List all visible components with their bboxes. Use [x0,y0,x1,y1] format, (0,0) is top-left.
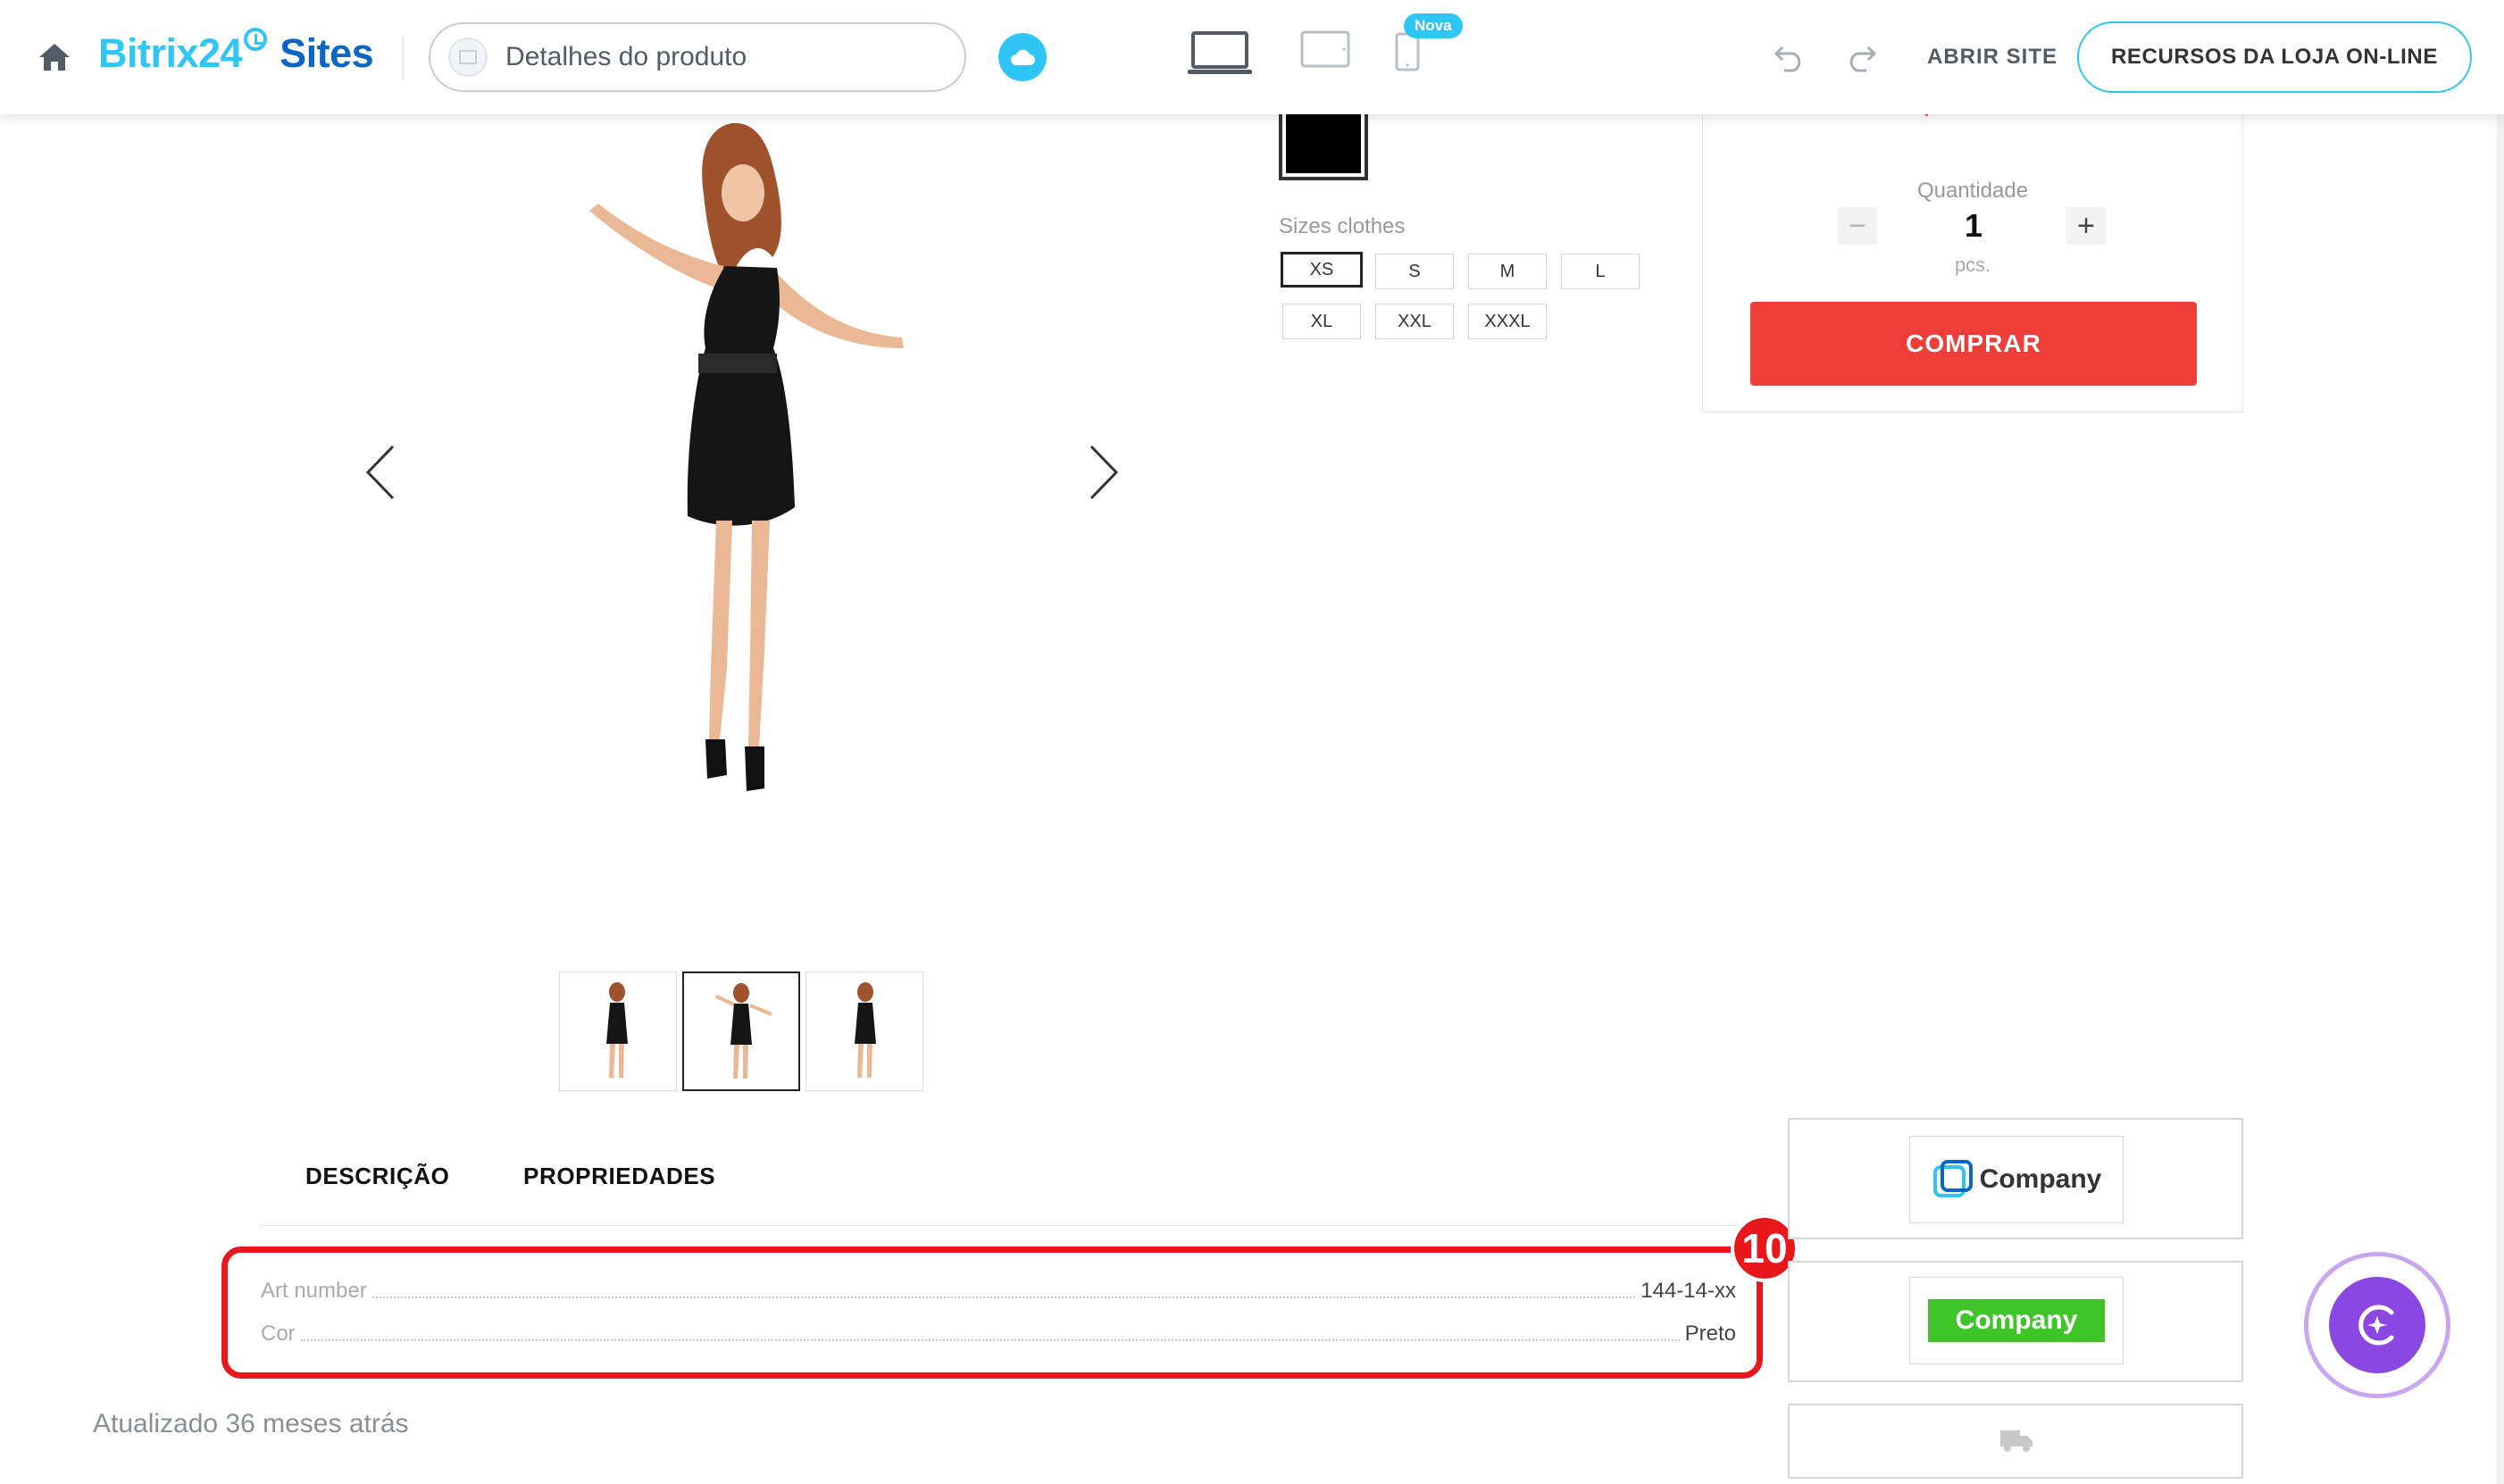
gallery-next-arrow-icon[interactable] [1086,443,1122,502]
page-thumb-icon [448,38,488,77]
tab-description[interactable]: DESCRIÇÃO [305,1163,449,1190]
company-logo: Company [1932,1158,2102,1201]
tab-properties[interactable]: PROPRIEDADES [523,1163,715,1190]
store-resources-button[interactable]: RECURSOS DA LOJA ON-LINE [2077,21,2472,93]
quantity-label: Quantidade [1916,179,2029,203]
logo-clock-icon [244,28,268,51]
company-logo-frame: Company [1909,1277,2124,1364]
gallery-thumbnails [559,971,923,1091]
property-value: 144-14-xx [1640,1279,1736,1303]
size-option-xl[interactable]: XL [1282,304,1361,339]
company-block[interactable]: Company [1788,1261,2243,1382]
new-badge: Nova [1404,13,1463,38]
size-option-l[interactable]: L [1561,254,1640,289]
size-option-xs[interactable]: XS [1281,252,1363,288]
tabs-divider [259,1225,1759,1226]
size-option-m[interactable]: M [1468,254,1547,289]
publish-cloud-button[interactable] [998,33,1047,81]
property-row: Art number 144-14-xx [261,1273,1736,1304]
thumbnail-model-image [606,982,628,1078]
property-dots [371,1296,1636,1298]
page-selector[interactable]: Detalhes do produto [429,22,966,92]
color-swatch-black[interactable] [1279,111,1368,180]
undo-icon[interactable] [1774,42,1806,72]
logo-brand: Bitrix24 [98,30,243,76]
gallery-thumbnail[interactable] [559,971,677,1091]
top-toolbar: Bitrix24 Sites Detalhes do produto Nova A… [0,0,2504,114]
property-row: Cor Preto [261,1316,1736,1346]
delivery-block[interactable] [1788,1404,2243,1479]
properties-highlight-frame [221,1246,1763,1379]
truck-icon [2000,1430,2032,1452]
gallery-thumbnail-active[interactable] [682,971,800,1091]
gallery-thumbnail[interactable] [805,971,923,1091]
property-value: Preto [1684,1321,1736,1346]
buy-button[interactable]: COMPRAR [1750,302,2197,386]
company-logo-label: Company [1979,1164,2102,1194]
redo-icon[interactable] [1845,42,1877,72]
gallery-prev-arrow-icon[interactable] [363,443,398,502]
product-main-image [589,122,904,791]
page-selector-label: Detalhes do produto [505,42,747,71]
company-logo-green: Company [1928,1299,2105,1342]
scrollbar[interactable] [2497,114,2504,1484]
logo-product: Sites [280,30,374,76]
property-name: Cor [261,1321,296,1346]
updated-timestamp: Atualizado 36 meses atrás [93,1409,409,1438]
bitrix24-sites-logo[interactable]: Bitrix24 Sites [98,28,374,77]
ai-assistant-button[interactable] [2304,1252,2450,1398]
cloud-icon [1011,49,1035,65]
size-option-s[interactable]: S [1375,254,1454,289]
quantity-decrease-button[interactable]: − [1838,207,1877,245]
company-logo-icon [1932,1160,1973,1197]
open-site-link[interactable]: ABRIR SITE [1927,45,2057,70]
sizes-label: Sizes clothes [1279,214,1406,238]
company-logo-frame: Company [1909,1136,2124,1223]
thumbnail-model-image [855,982,876,1078]
tablet-icon[interactable] [1300,30,1350,68]
desktop-icon[interactable] [1186,30,1254,77]
quantity-value[interactable]: 1 [1929,207,2018,245]
size-option-xxxl[interactable]: XXXL [1468,304,1547,339]
home-icon[interactable] [38,42,71,72]
property-name: Art number [261,1279,367,1303]
property-dots [300,1339,1680,1341]
company-block[interactable]: Company [1788,1118,2243,1239]
quantity-increase-button[interactable]: + [2066,207,2106,245]
quantity-unit: pcs. [1954,254,1991,276]
toolbar-divider [402,36,404,80]
ai-assistant-icon [2329,1277,2425,1373]
size-option-xxl[interactable]: XXL [1375,304,1454,339]
thumbnail-model-image [715,983,772,1079]
